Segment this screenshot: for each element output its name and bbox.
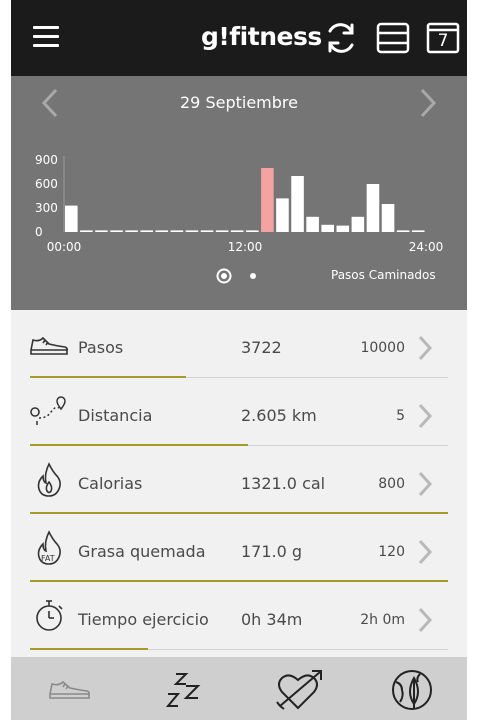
progress-track xyxy=(30,648,448,650)
flame-icon xyxy=(37,462,61,497)
metric-goal: 120 xyxy=(378,544,405,560)
calendar-day: 7 xyxy=(437,31,449,51)
svg-text:FAT: FAT xyxy=(41,554,55,563)
calendar-icon[interactable]: 7 xyxy=(425,20,461,56)
shoe-tab-icon xyxy=(49,680,91,699)
y-tick-label: 300 xyxy=(35,201,58,215)
bar xyxy=(110,230,123,232)
bar xyxy=(396,230,410,232)
globe-leaf-tab-icon xyxy=(392,670,432,710)
top-bar: g!fitness 7 xyxy=(0,0,480,76)
chart-panel: 29 Septiembre 900 600 300 0 00:00 12:00 24:00 … xyxy=(11,76,467,310)
metric-label: Pasos xyxy=(78,338,124,357)
metric-goal: 10000 xyxy=(360,340,405,356)
bar xyxy=(170,230,184,232)
bar xyxy=(95,230,108,232)
progress-fill xyxy=(30,648,149,650)
metric-value: 2.605 km xyxy=(241,406,317,425)
metric-label: Distancia xyxy=(78,406,153,425)
metric-value: 0h 34m xyxy=(241,610,303,629)
metric-label: Calorias xyxy=(78,474,143,493)
metric-label: Grasa quemada xyxy=(78,542,206,561)
y-tick-label: 0 xyxy=(35,225,43,239)
bar xyxy=(321,224,334,232)
metric-value: 1321.0 cal xyxy=(241,474,326,493)
bar xyxy=(140,230,153,232)
x-tick-label: 12:00 xyxy=(228,240,263,254)
bar xyxy=(230,230,244,232)
layout-icon[interactable] xyxy=(375,20,411,56)
metric-value: 3722 xyxy=(241,338,282,357)
metric-value: 171.0 g xyxy=(241,542,303,561)
bar xyxy=(366,184,380,232)
bar xyxy=(381,204,395,232)
metric-label: Tiempo ejercicio xyxy=(78,610,209,629)
route-pin-icon xyxy=(30,396,66,425)
tab-steps[interactable] xyxy=(11,657,125,720)
bar xyxy=(276,198,289,232)
heart-arrow-tab-icon xyxy=(276,670,322,710)
chevron-right-icon[interactable] xyxy=(417,334,433,362)
chart-date: 29 Septiembre xyxy=(180,93,298,112)
y-tick-label: 600 xyxy=(35,177,58,191)
next-day-arrow-icon[interactable] xyxy=(416,88,440,118)
bar xyxy=(351,216,365,232)
metrics-list: Pasos 3722 10000 Distancia 2.605 km 5 Ca… xyxy=(11,310,467,657)
bottom-nav xyxy=(11,657,467,720)
chevron-right-icon[interactable] xyxy=(417,538,433,566)
bar xyxy=(411,230,425,232)
bar xyxy=(185,230,199,232)
bar xyxy=(336,225,350,232)
metric-row-calorias[interactable]: Calorias 1321.0 cal 800 xyxy=(11,446,467,514)
metric-row-distancia[interactable]: Distancia 2.605 km 5 xyxy=(11,378,467,446)
steps-bar-chart: 900 600 300 0 00:00 12:00 24:00 xyxy=(35,153,444,254)
chevron-right-icon[interactable] xyxy=(417,402,433,430)
bar xyxy=(200,230,214,232)
metric-goal: 2h 0m xyxy=(360,612,405,628)
x-tick-label: 00:00 xyxy=(47,240,82,254)
page-indicator xyxy=(216,268,256,284)
metric-row-pasos[interactable]: Pasos 3722 10000 xyxy=(11,310,467,378)
chevron-right-icon[interactable] xyxy=(417,470,433,498)
tab-heart[interactable] xyxy=(239,657,353,720)
bar xyxy=(125,230,138,232)
bar xyxy=(306,216,319,232)
sleep-tab-icon xyxy=(165,673,201,707)
chart-metric-label: Pasos Caminados xyxy=(331,268,436,282)
bar xyxy=(246,230,259,232)
bar xyxy=(80,230,93,232)
tab-sleep[interactable] xyxy=(125,657,239,720)
bar-highlighted xyxy=(261,168,274,232)
stopwatch-icon xyxy=(36,600,63,631)
page-dot[interactable] xyxy=(250,273,256,279)
app-logo: g!fitness xyxy=(201,22,322,51)
metric-goal: 5 xyxy=(396,408,405,424)
x-tick-label: 24:00 xyxy=(409,240,444,254)
y-tick-label: 900 xyxy=(35,153,58,167)
chevron-right-icon[interactable] xyxy=(417,606,433,634)
metric-row-grasa[interactable]: FAT Grasa quemada 171.0 g 120 xyxy=(11,514,467,582)
bar xyxy=(215,230,229,232)
bar xyxy=(155,230,169,232)
metric-row-tiempo[interactable]: Tiempo ejercicio 0h 34m 2h 0m xyxy=(11,582,467,650)
bar xyxy=(291,176,304,232)
fat-flame-icon: FAT xyxy=(37,530,61,565)
top-bar-inner: g!fitness 7 xyxy=(11,0,467,76)
tab-globe[interactable] xyxy=(353,657,467,720)
shoe-icon xyxy=(30,336,69,355)
bar xyxy=(65,205,78,232)
sync-icon[interactable] xyxy=(323,20,359,56)
metric-goal: 800 xyxy=(378,476,405,492)
menu-icon[interactable] xyxy=(33,26,59,48)
